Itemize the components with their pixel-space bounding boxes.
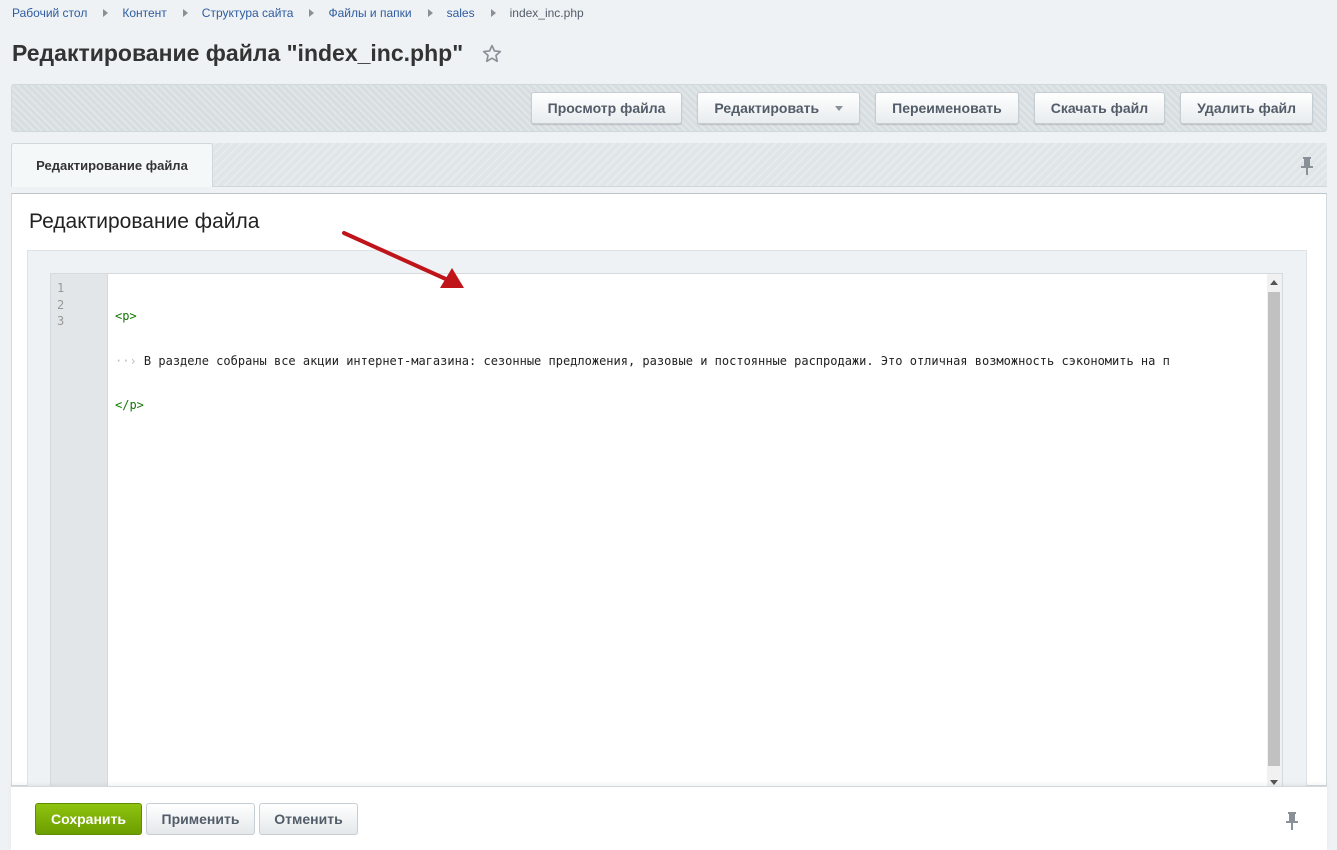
- editor-container: 1 2 3 <p> ··› В разделе собраны все акци…: [27, 250, 1307, 791]
- page-title-text: Редактирование файла "index_inc.php": [12, 40, 464, 66]
- form-footer: Сохранить Применить Отменить: [11, 786, 1327, 850]
- vertical-scrollbar[interactable]: [1267, 274, 1282, 791]
- indent-marker: ··›: [115, 353, 137, 368]
- code-open-tag: <p>: [115, 309, 137, 323]
- code-line: </p>: [115, 397, 1266, 414]
- view-file-button[interactable]: Просмотр файла: [530, 92, 683, 124]
- breadcrumb-desktop[interactable]: Рабочий стол: [12, 6, 87, 20]
- breadcrumb-separator-icon: [182, 9, 188, 17]
- delete-file-button[interactable]: Удалить файл: [1180, 92, 1313, 124]
- code-close-tag: </p>: [115, 398, 144, 412]
- breadcrumb-separator-icon: [309, 9, 315, 17]
- scrollbar-thumb[interactable]: [1268, 292, 1280, 766]
- breadcrumb-separator-icon: [427, 9, 433, 17]
- delete-label: Удалить файл: [1197, 100, 1296, 116]
- view-file-label: Просмотр файла: [547, 100, 666, 116]
- apply-button[interactable]: Применить: [146, 803, 255, 835]
- breadcrumb-site-structure[interactable]: Структура сайта: [202, 6, 294, 20]
- breadcrumb-separator-icon: [103, 9, 109, 17]
- code-line: <p>: [115, 308, 1266, 325]
- scroll-up-icon[interactable]: [1270, 280, 1278, 285]
- code-editor[interactable]: 1 2 3 <p> ··› В разделе собраны все акци…: [50, 273, 1283, 791]
- download-file-button[interactable]: Скачать файл: [1033, 92, 1166, 124]
- code-line: ··› В разделе собраны все акции интернет…: [115, 353, 1266, 370]
- pin-icon[interactable]: [1285, 811, 1299, 831]
- line-number: 2: [57, 297, 65, 312]
- code-area[interactable]: <p> ··› В разделе собраны все акции инте…: [115, 280, 1266, 442]
- cancel-button[interactable]: Отменить: [259, 803, 358, 835]
- toolbar: Просмотр файла Редактировать Переименова…: [11, 84, 1327, 132]
- edit-dropdown-button[interactable]: Редактировать: [697, 92, 861, 124]
- section-title: Редактирование файла: [29, 210, 260, 233]
- breadcrumb-sales[interactable]: sales: [447, 6, 475, 20]
- breadcrumb-separator-icon: [490, 9, 496, 17]
- save-button[interactable]: Сохранить: [35, 803, 142, 835]
- line-number-gutter: 1 2 3: [51, 274, 108, 791]
- scroll-down-icon[interactable]: [1270, 780, 1278, 785]
- star-icon[interactable]: [481, 43, 503, 65]
- line-number: 1: [57, 281, 65, 295]
- breadcrumb-files-folders[interactable]: Файлы и папки: [328, 6, 411, 20]
- content-panel: Редактирование файла 1 2 3 <p> ··› В раз…: [11, 193, 1327, 791]
- line-number: 3: [57, 314, 65, 328]
- breadcrumb-current: index_inc.php: [509, 6, 584, 20]
- tab-strip: Редактирование файла: [11, 143, 1327, 187]
- chevron-down-icon: [835, 105, 844, 111]
- rename-label: Переименовать: [892, 100, 1002, 116]
- breadcrumb-content[interactable]: Контент: [122, 6, 166, 20]
- rename-button[interactable]: Переименовать: [875, 92, 1019, 124]
- code-text: В разделе собраны все акции интернет-маг…: [143, 353, 1170, 368]
- pin-icon[interactable]: [1300, 156, 1314, 176]
- tab-edit-file[interactable]: Редактирование файла: [11, 143, 213, 187]
- edit-label: Редактировать: [714, 100, 820, 116]
- download-label: Скачать файл: [1050, 100, 1149, 116]
- page-title: Редактирование файла "index_inc.php": [12, 40, 503, 67]
- breadcrumb: Рабочий стол Контент Структура сайта Фай…: [12, 6, 584, 20]
